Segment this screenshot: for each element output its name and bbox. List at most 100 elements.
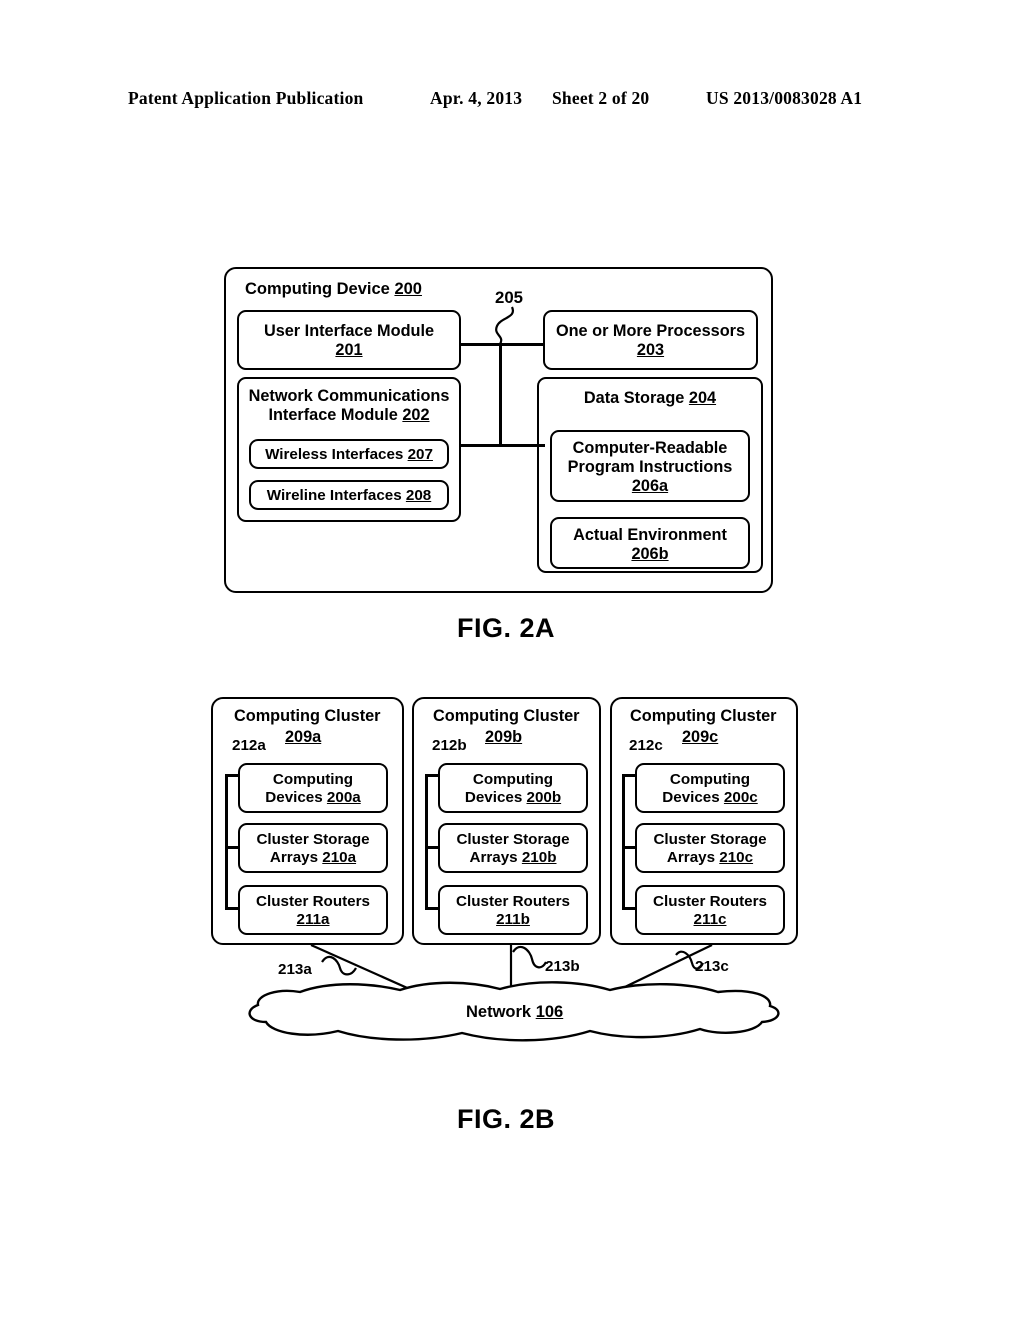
bus-line-bottom <box>459 444 545 447</box>
computing-cluster-c-ref: 209c <box>682 728 719 746</box>
patent-figure-page: Patent Application Publication Apr. 4, 2… <box>0 0 1024 1320</box>
computing-cluster-c-title: Computing Cluster <box>630 707 777 725</box>
data-storage-ref: 204 <box>688 389 717 407</box>
cluster-a-bus-stub-1 <box>225 774 240 777</box>
network-ref: 106 <box>535 1003 564 1021</box>
cluster-b-bus-label: 212b <box>432 737 467 754</box>
wireline-interfaces-box: Wireline Interfaces 208 <box>249 480 449 510</box>
wireless-interfaces-box: Wireless Interfaces 207 <box>249 439 449 469</box>
bus-line-vertical <box>499 343 502 447</box>
cluster-c-bus-stub-1 <box>622 774 637 777</box>
link-label-213b: 213b <box>545 958 580 975</box>
cluster-a-computing-devices-ref: 200a <box>326 788 361 806</box>
cluster-a-routers-ref: 211a <box>296 910 330 928</box>
cluster-c-bus-stub-2 <box>622 846 637 849</box>
user-interface-module-label: User Interface Module <box>263 322 435 340</box>
leader-213b <box>512 945 547 969</box>
computing-device-title: Computing Device 200 <box>245 280 422 299</box>
network-communications-ref: 202 <box>402 406 430 425</box>
cluster-a-storage-arrays-line2: Arrays 210a <box>269 848 357 866</box>
actual-environment-ref: 206b <box>631 545 669 564</box>
cluster-a-computing-devices-box: Computing Devices 200a <box>238 763 388 813</box>
cluster-c-storage-arrays-line2: Arrays 210c <box>666 848 754 866</box>
computing-cluster-b-ref: 209b <box>485 728 523 746</box>
cluster-a-routers-line1: Cluster Routers <box>256 893 370 910</box>
cluster-c-storage-arrays-line1: Cluster Storage <box>653 831 767 848</box>
wireless-interfaces-ref: 207 <box>407 446 433 463</box>
cluster-b-bus-stub-1 <box>425 774 440 777</box>
actual-environment-box: Actual Environment 206b <box>550 517 750 569</box>
cluster-b-routers-box: Cluster Routers 211b <box>438 885 588 935</box>
cluster-b-storage-arrays-ref: 210b <box>521 848 557 866</box>
data-storage-label: Data Storage 204 <box>583 389 717 407</box>
cluster-a-bus-vertical <box>225 774 228 910</box>
program-instructions-box: Computer-Readable Program Instructions 2… <box>550 430 750 502</box>
cluster-b-computing-devices-ref: 200b <box>526 788 562 806</box>
processors-ref: 203 <box>636 341 665 360</box>
program-instructions-ref: 206a <box>631 477 669 496</box>
network-communications-line1: Network Communications <box>248 387 450 405</box>
cluster-a-bus-stub-2 <box>225 846 240 849</box>
network-communications-line2: Interface Module 202 <box>268 406 430 425</box>
cluster-a-computing-devices-line2: Devices 200a <box>265 788 361 806</box>
leader-213a <box>321 955 357 976</box>
fig2a-caption: FIG. 2A <box>457 613 556 643</box>
computing-cluster-b-title: Computing Cluster <box>433 707 580 725</box>
cluster-a-computing-devices-line1: Computing <box>272 771 354 788</box>
wireline-interfaces-ref: 208 <box>405 487 432 504</box>
network-label-text: Network <box>466 1003 536 1021</box>
cluster-b-storage-arrays-line2: Arrays 210b <box>469 848 557 866</box>
computing-cluster-a-title: Computing Cluster <box>234 707 381 725</box>
cluster-b-bus-stub-2 <box>425 846 440 849</box>
computing-cluster-a-ref: 209a <box>285 728 322 746</box>
cluster-a-bus-label: 212a <box>232 737 266 754</box>
cluster-c-computing-devices-ref: 200c <box>723 788 758 806</box>
cluster-c-bus-vertical <box>622 774 625 910</box>
wireline-interfaces-label: Wireline Interfaces <box>266 487 406 504</box>
cluster-b-bus-stub-3 <box>425 907 440 910</box>
actual-environment-label: Actual Environment <box>573 526 727 544</box>
cluster-a-storage-arrays-box: Cluster Storage Arrays 210a <box>238 823 388 873</box>
processors-box: One or More Processors 203 <box>543 310 758 370</box>
cluster-b-storage-arrays-box: Cluster Storage Arrays 210b <box>438 823 588 873</box>
cluster-b-computing-devices-box: Computing Devices 200b <box>438 763 588 813</box>
cluster-b-bus-vertical <box>425 774 428 910</box>
link-label-213c: 213c <box>695 958 729 975</box>
header-date: Apr. 4, 2013 <box>430 88 523 108</box>
cluster-c-routers-ref: 211c <box>693 910 727 928</box>
cluster-c-bus-label: 212c <box>629 737 663 754</box>
page-header: Patent Application Publication Apr. 4, 2… <box>0 88 1024 114</box>
link-line-213a <box>310 943 433 1001</box>
processors-label: One or More Processors <box>555 322 746 340</box>
header-patent-number: US 2013/0083028 A1 <box>706 88 863 108</box>
program-instructions-line2: Program Instructions <box>567 458 733 477</box>
cluster-c-routers-box: Cluster Routers 211c <box>635 885 785 935</box>
cluster-b-storage-arrays-line1: Cluster Storage <box>456 831 570 848</box>
cluster-b-computing-devices-line1: Computing <box>472 771 554 788</box>
link-label-213a: 213a <box>278 961 312 978</box>
user-interface-module-box: User Interface Module 201 <box>237 310 461 370</box>
computing-device-ref: 200 <box>394 280 422 298</box>
program-instructions-line1: Computer-Readable <box>572 439 728 457</box>
user-interface-module-ref: 201 <box>335 341 363 360</box>
bus-label-205: 205 <box>495 288 523 307</box>
cluster-a-storage-arrays-line1: Cluster Storage <box>256 831 370 848</box>
cluster-c-bus-stub-3 <box>622 907 637 910</box>
fig2b-caption: FIG. 2B <box>457 1104 556 1134</box>
cluster-a-storage-arrays-ref: 210a <box>322 848 357 866</box>
header-sheet: Sheet 2 of 20 <box>552 88 650 108</box>
cluster-b-routers-line1: Cluster Routers <box>456 893 570 910</box>
cluster-c-computing-devices-line2: Devices 200c <box>662 788 758 806</box>
cluster-c-computing-devices-line1: Computing <box>669 771 751 788</box>
cluster-c-storage-arrays-ref: 210c <box>719 848 754 866</box>
bus-line-top <box>459 343 545 346</box>
cluster-c-computing-devices-box: Computing Devices 200c <box>635 763 785 813</box>
cluster-a-bus-stub-3 <box>225 907 240 910</box>
cluster-b-routers-ref: 211b <box>496 910 530 928</box>
cluster-c-storage-arrays-box: Cluster Storage Arrays 210c <box>635 823 785 873</box>
wireless-interfaces-label: Wireless Interfaces <box>265 446 408 463</box>
computing-device-title-text: Computing Device <box>245 280 395 298</box>
cluster-b-computing-devices-line2: Devices 200b <box>464 788 562 806</box>
cluster-a-routers-box: Cluster Routers 211a <box>238 885 388 935</box>
cluster-c-routers-line1: Cluster Routers <box>653 893 767 910</box>
